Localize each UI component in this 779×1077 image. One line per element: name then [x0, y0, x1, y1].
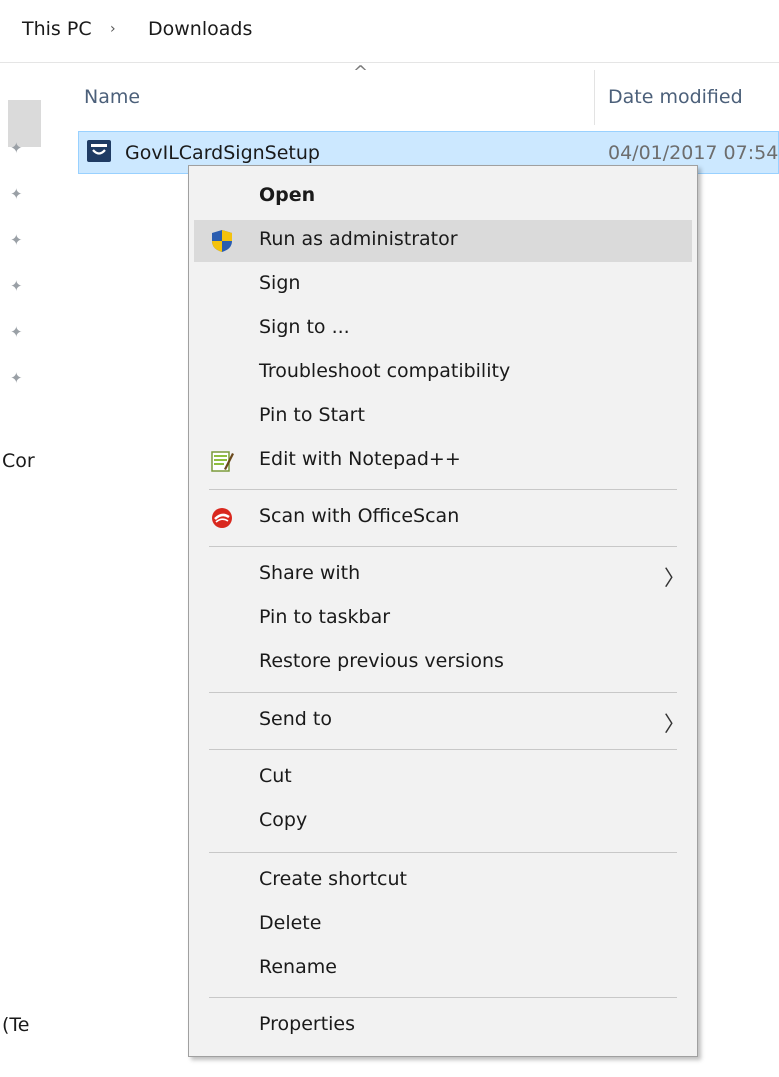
- menu-item-label: Sign to ...: [259, 316, 350, 338]
- breadcrumb: This PC › Downloads: [0, 0, 779, 63]
- officescan-icon: [210, 506, 234, 530]
- pin-icon: ✦: [10, 369, 23, 387]
- menu-item-label: Cut: [259, 765, 292, 787]
- menu-item-sign-to[interactable]: Sign to ...: [194, 308, 692, 350]
- pin-icon: ✦: [10, 277, 23, 295]
- installer-icon: [87, 140, 111, 162]
- menu-item-label: Sign: [259, 272, 301, 294]
- chevron-right-icon: 〉: [664, 712, 685, 736]
- nav-item-cor[interactable]: Cor: [2, 450, 35, 472]
- menu-item-label: Scan with OfficeScan: [259, 505, 460, 527]
- menu-item-pin-to-start[interactable]: Pin to Start: [194, 396, 692, 438]
- menu-item-label: Properties: [259, 1013, 356, 1035]
- menu-item-label: Restore previous versions: [259, 650, 504, 672]
- pin-icon: ✦: [10, 185, 23, 203]
- pin-icon: ✦: [10, 323, 23, 341]
- menu-item-label: Troubleshoot compatibility: [259, 360, 511, 382]
- column-header-date-modified[interactable]: Date modified: [608, 86, 743, 108]
- menu-item-rename[interactable]: Rename: [194, 948, 692, 990]
- menu-item-share-with[interactable]: Share with 〉: [194, 554, 692, 596]
- menu-separator: [209, 489, 677, 490]
- menu-item-pin-to-taskbar[interactable]: Pin to taskbar: [194, 598, 692, 640]
- file-date-modified: 04/01/2017 07:54: [608, 142, 779, 164]
- menu-item-properties[interactable]: Properties: [194, 1005, 692, 1047]
- menu-item-label: Pin to taskbar: [259, 606, 391, 628]
- context-menu: Open Run as administrator Sign Sign to .…: [188, 165, 698, 1057]
- nav-item-te[interactable]: (Te: [2, 1014, 29, 1036]
- navigation-pane: ✦ ✦ ✦ ✦ ✦ ✦ Cor (Te: [0, 62, 44, 1077]
- menu-item-label: Rename: [259, 956, 337, 978]
- menu-item-scan-with-officescan[interactable]: Scan with OfficeScan: [194, 497, 692, 539]
- menu-item-label: Edit with Notepad++: [259, 448, 461, 470]
- menu-item-cut[interactable]: Cut: [194, 757, 692, 799]
- sort-ascending-icon: ^: [353, 62, 369, 83]
- menu-item-label: Pin to Start: [259, 404, 365, 426]
- menu-item-label: Copy: [259, 809, 308, 831]
- menu-item-copy[interactable]: Copy: [194, 801, 692, 843]
- menu-item-label: Delete: [259, 912, 322, 934]
- menu-item-restore-previous-versions[interactable]: Restore previous versions: [194, 642, 692, 684]
- breadcrumb-separator[interactable]: ›: [110, 21, 116, 37]
- menu-item-run-as-administrator[interactable]: Run as administrator: [194, 220, 692, 262]
- menu-item-send-to[interactable]: Send to 〉: [194, 700, 692, 742]
- menu-item-label: Send to: [259, 708, 332, 730]
- notepad-plus-plus-icon: [210, 449, 234, 473]
- menu-separator: [209, 749, 677, 750]
- breadcrumb-downloads[interactable]: Downloads: [148, 18, 252, 40]
- pin-icon: ✦: [10, 231, 23, 249]
- menu-separator: [209, 692, 677, 693]
- file-name: GovILCardSignSetup: [125, 142, 320, 164]
- menu-separator: [209, 852, 677, 853]
- menu-item-label: Run as administrator: [259, 228, 458, 250]
- uac-shield-icon: [210, 229, 234, 253]
- menu-item-label: Open: [259, 184, 316, 206]
- pin-icon: ✦: [10, 139, 23, 157]
- menu-item-create-shortcut[interactable]: Create shortcut: [194, 860, 692, 902]
- menu-item-label: Share with: [259, 562, 361, 584]
- column-divider[interactable]: [594, 70, 595, 125]
- chevron-right-icon: 〉: [664, 566, 685, 590]
- menu-item-delete[interactable]: Delete: [194, 904, 692, 946]
- column-header-name[interactable]: Name: [84, 86, 140, 108]
- breadcrumb-this-pc[interactable]: This PC: [22, 18, 92, 40]
- menu-item-sign[interactable]: Sign: [194, 264, 692, 306]
- menu-item-open[interactable]: Open: [194, 176, 692, 218]
- menu-item-troubleshoot-compatibility[interactable]: Troubleshoot compatibility: [194, 352, 692, 394]
- menu-item-label: Create shortcut: [259, 868, 407, 890]
- menu-item-edit-with-notepad-plus-plus[interactable]: Edit with Notepad++: [194, 440, 692, 482]
- menu-separator: [209, 546, 677, 547]
- menu-separator: [209, 997, 677, 998]
